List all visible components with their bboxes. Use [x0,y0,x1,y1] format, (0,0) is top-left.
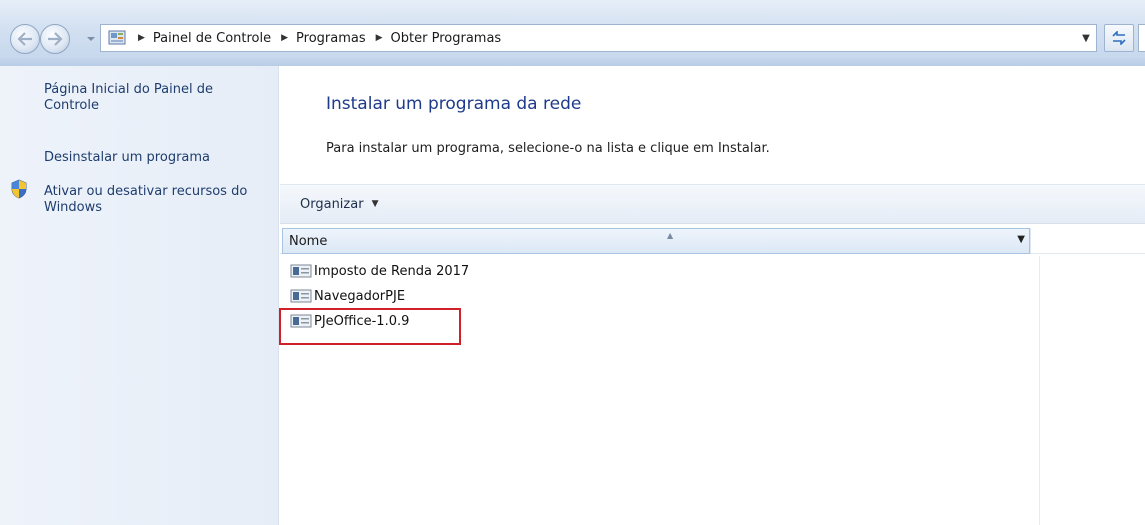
organize-button[interactable]: Organizar ▼ [300,197,378,212]
uninstall-program-link[interactable]: Desinstalar um programa [44,150,210,166]
arrow-right-icon [48,32,63,46]
breadcrumb-separator-icon[interactable]: ▶ [376,33,383,43]
uac-shield-icon [11,179,27,199]
control-panel-icon [108,30,128,46]
recent-pages-dropdown-icon[interactable] [86,34,96,44]
command-bar: Organizar ▼ [280,184,1145,224]
list-item-label: Imposto de Renda 2017 [314,263,470,279]
task-pane: Página Inicial do Painel de Controle Des… [0,66,279,525]
navigation-bar: ▶ Painel de Controle ▶ Programas ▶ Obter… [0,0,1145,66]
navbar-bottom-strip [0,58,1145,66]
address-dropdown-icon[interactable]: ▼ [1076,25,1096,51]
column-header-label: Nome [289,233,328,249]
breadcrumb-separator-icon[interactable]: ▶ [138,33,145,43]
control-panel-home-link[interactable]: Página Inicial do Painel de Controle [44,82,264,114]
refresh-icon [1112,31,1126,45]
organize-label: Organizar [300,196,364,212]
sort-ascending-icon: ▲ [667,231,674,240]
breadcrumb-obter-programas[interactable]: Obter Programas [391,31,502,46]
highlight-annotation-box [279,308,461,345]
chevron-down-icon: ▼ [371,199,379,209]
column-header-name[interactable]: Nome ▲ ▼ [282,228,1030,254]
forward-button[interactable] [40,24,70,54]
installer-package-icon [290,289,312,303]
windows-features-link[interactable]: Ativar ou desativar recursos do Windows [44,184,274,216]
installer-package-icon [290,264,312,278]
address-bar[interactable]: ▶ Painel de Controle ▶ Programas ▶ Obter… [100,24,1097,52]
back-button[interactable] [10,24,40,54]
refresh-button[interactable] [1104,24,1134,52]
list-column-header: Nome ▲ ▼ [280,226,1145,254]
list-item[interactable]: NavegadorPJE [290,286,405,306]
breadcrumb-programas[interactable]: Programas [296,31,366,46]
page-title: Instalar um programa da rede [326,94,582,114]
arrow-left-icon [17,32,32,46]
breadcrumb-painel-de-controle[interactable]: Painel de Controle [153,31,271,46]
search-box[interactable] [1138,24,1145,52]
list-item[interactable]: Imposto de Renda 2017 [290,261,469,281]
list-item-label: NavegadorPJE [314,288,406,304]
page-instructions: Para instalar um programa, selecione-o n… [326,141,770,156]
program-list: Imposto de Renda 2017 NavegadorPJE PJeOf… [280,256,1040,525]
column-header-empty [1030,228,1143,254]
main-content: Instalar um programa da rede Para instal… [280,66,1145,525]
breadcrumb-separator-icon[interactable]: ▶ [281,33,288,43]
column-filter-dropdown-icon[interactable]: ▼ [1017,234,1025,245]
